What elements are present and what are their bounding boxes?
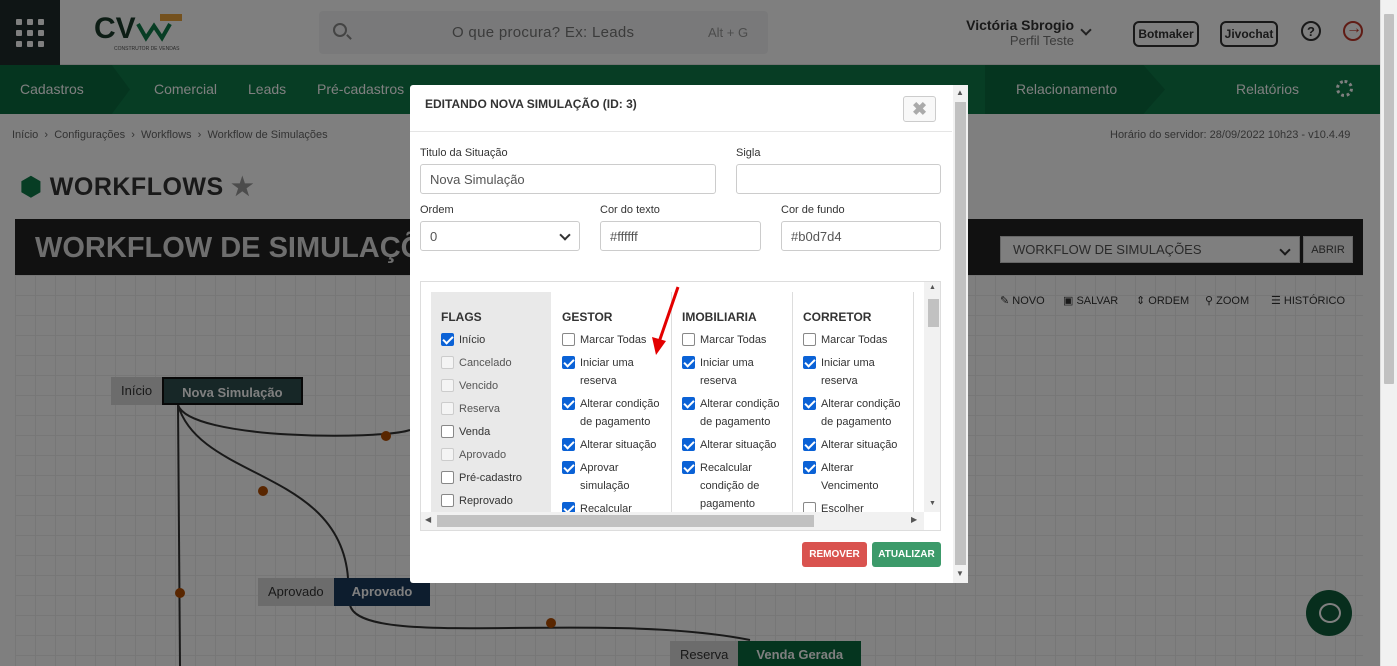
flag-checkbox[interactable]: Pré-cadastro	[441, 469, 522, 487]
column-imobiliaria: IMOBILIARIA Marcar Todas Iniciar uma res…	[672, 292, 793, 512]
permission-checkbox[interactable]: Alterar situação	[682, 436, 787, 454]
permission-checkbox[interactable]: Alterar Vencimento	[803, 459, 903, 495]
permission-checkbox[interactable]: Iniciar uma reserva	[562, 354, 662, 390]
cor-fundo-label: Cor de fundo	[781, 204, 845, 216]
flag-checkbox[interactable]: Início	[441, 331, 485, 349]
permission-checkbox[interactable]: Marcar Todas	[682, 331, 782, 349]
flag-checkbox[interactable]: Reprovado	[441, 492, 513, 510]
permission-checkbox[interactable]: Iniciar uma reserva	[682, 354, 782, 390]
permission-checkbox[interactable]: Alterar condição de pagamento	[803, 395, 908, 431]
ordem-label: Ordem	[420, 204, 454, 216]
modal-header: EDITANDO NOVA SIMULAÇÃO (ID: 3) ✖	[410, 85, 952, 132]
page-scrollbar[interactable]	[1380, 0, 1397, 666]
sigla-label: Sigla	[736, 147, 761, 159]
permission-checkbox[interactable]: Marcar Todas	[803, 331, 903, 349]
permission-checkbox[interactable]: Alterar situação	[562, 436, 667, 454]
annotation-arrow-icon	[652, 286, 680, 355]
panel-vertical-scrollbar[interactable]: ▲ ▼	[924, 282, 940, 512]
column-corretor: CORRETOR Marcar Todas Iniciar uma reserv…	[793, 292, 914, 515]
modal-scrollbar[interactable]: ▲ ▼	[953, 85, 968, 583]
titulo-label: Titulo da Situação	[420, 147, 508, 159]
permission-checkbox[interactable]: Alterar condição de pagamento	[562, 395, 667, 431]
permission-checkbox[interactable]: Iniciar uma reserva	[803, 354, 903, 390]
edit-situation-modal: EDITANDO NOVA SIMULAÇÃO (ID: 3) ✖ ▲ ▼ Ti…	[410, 85, 968, 583]
remover-button[interactable]: REMOVER	[802, 542, 867, 567]
ordem-select[interactable]: 0	[420, 221, 580, 251]
cor-texto-label: Cor do texto	[600, 204, 660, 216]
column-title: GESTOR	[562, 310, 613, 324]
app-root: CV CONSTRUTOR DE VENDAS O que procura? E…	[0, 0, 1397, 666]
permission-checkbox[interactable]: Recalcular condição de pagamento	[682, 459, 782, 513]
flag-checkbox[interactable]: Venda	[441, 423, 490, 441]
flag-checkbox: Reserva	[441, 400, 500, 418]
cor-fundo-input[interactable]: #b0d7d4	[781, 221, 941, 251]
titulo-input[interactable]: Nova Simulação	[420, 164, 716, 194]
permission-checkbox[interactable]: Alterar condição de pagamento	[682, 395, 787, 431]
modal-title: EDITANDO NOVA SIMULAÇÃO (ID: 3)	[425, 97, 637, 111]
permission-checkbox[interactable]: Alterar situação	[803, 436, 908, 454]
column-flags: FLAGS Início Cancelado Vencido Reserva V…	[431, 292, 551, 530]
flag-checkbox: Cancelado	[441, 354, 512, 372]
column-title: FLAGS	[441, 310, 482, 324]
permission-checkbox[interactable]: Marcar Todas	[562, 331, 662, 349]
atualizar-button[interactable]: ATUALIZAR	[872, 542, 941, 567]
column-title: CORRETOR	[803, 310, 872, 324]
column-title: IMOBILIARIA	[682, 310, 757, 324]
permission-checkbox[interactable]: Aprovar simulação	[562, 459, 662, 495]
panel-horizontal-scrollbar[interactable]: ◀ ▶	[421, 512, 924, 530]
flag-checkbox: Aprovado	[441, 446, 506, 464]
sigla-input[interactable]	[736, 164, 941, 194]
flag-checkbox: Vencido	[441, 377, 498, 395]
close-icon[interactable]: ✖	[903, 96, 936, 122]
cor-texto-input[interactable]: #ffffff	[600, 221, 761, 251]
